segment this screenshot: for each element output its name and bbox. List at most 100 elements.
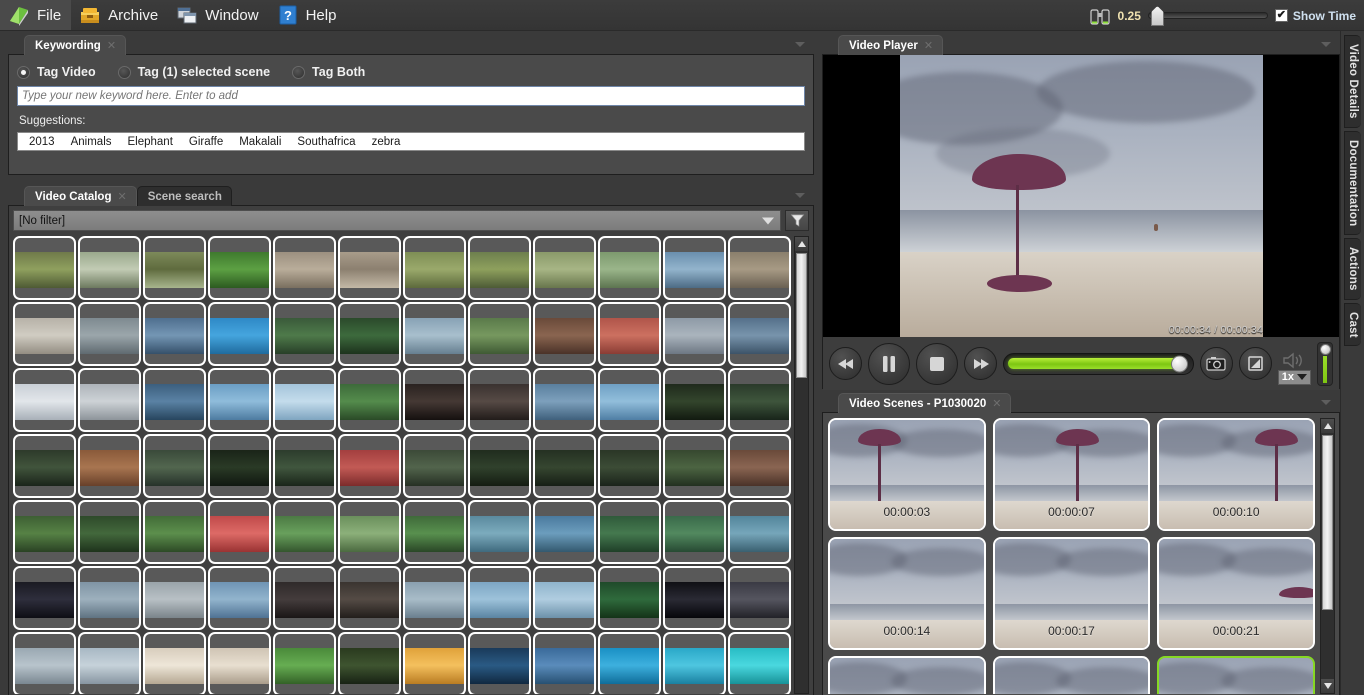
catalog-thumbnail[interactable] — [338, 302, 401, 366]
radio-tag-selected-scene-button[interactable] — [117, 65, 131, 79]
rail-tab-video-details[interactable]: Video Details — [1344, 35, 1361, 128]
catalog-thumbnail[interactable] — [403, 434, 466, 498]
scroll-up-button[interactable] — [795, 237, 808, 251]
catalog-thumbnail[interactable] — [468, 632, 531, 694]
catalog-thumbnail[interactable] — [13, 302, 76, 366]
catalog-thumbnail[interactable] — [403, 632, 466, 694]
catalog-thumbnail[interactable] — [728, 236, 791, 300]
catalog-thumbnail[interactable] — [468, 368, 531, 432]
catalog-thumbnail[interactable] — [78, 566, 141, 630]
volume-slider[interactable] — [1317, 341, 1333, 386]
rail-tab-actions[interactable]: Actions — [1344, 237, 1361, 300]
close-icon[interactable]: ✕ — [924, 39, 933, 52]
keyword-input[interactable] — [17, 86, 805, 106]
catalog-scrollbar[interactable] — [794, 236, 809, 694]
catalog-thumbnail[interactable] — [208, 368, 271, 432]
scene-thumbnail[interactable]: 00:00:10 — [1157, 418, 1315, 531]
playback-speed-dropdown[interactable]: 1x — [1277, 369, 1311, 385]
volume-handle[interactable] — [1319, 343, 1331, 355]
show-time-toggle[interactable]: ✔ Show Time — [1274, 9, 1356, 23]
radio-tag-both[interactable]: Tag Both — [292, 65, 365, 79]
catalog-thumbnail[interactable] — [13, 236, 76, 300]
video-screen[interactable]: 00:00:34 / 00:00:34 — [823, 55, 1339, 337]
rewind-button[interactable] — [829, 347, 862, 380]
catalog-thumbnail[interactable] — [663, 632, 726, 694]
catalog-thumbnail[interactable] — [13, 566, 76, 630]
catalog-thumbnail[interactable] — [273, 434, 336, 498]
rail-tab-documentation[interactable]: Documentation — [1344, 130, 1361, 235]
close-icon[interactable]: ✕ — [117, 190, 126, 203]
catalog-thumbnail[interactable] — [468, 236, 531, 300]
catalog-thumbnail[interactable] — [338, 368, 401, 432]
catalog-thumbnail[interactable] — [338, 236, 401, 300]
catalog-thumbnail[interactable] — [533, 368, 596, 432]
catalog-thumbnail[interactable] — [533, 566, 596, 630]
catalog-thumbnail[interactable] — [663, 434, 726, 498]
close-icon[interactable]: ✕ — [992, 397, 1001, 410]
catalog-thumbnail[interactable] — [273, 632, 336, 694]
catalog-thumbnail[interactable] — [728, 632, 791, 694]
catalog-thumbnail-grid[interactable] — [13, 236, 791, 694]
catalog-thumbnail[interactable] — [403, 500, 466, 564]
catalog-thumbnail[interactable] — [663, 302, 726, 366]
suggestion-chip[interactable]: 2013 — [21, 136, 63, 148]
catalog-thumbnail[interactable] — [598, 566, 661, 630]
chevron-down-icon[interactable] — [1297, 374, 1307, 380]
scenes-scrollbar[interactable] — [1320, 418, 1335, 694]
zoom-slider-knob[interactable] — [1150, 6, 1164, 26]
catalog-thumbnail[interactable] — [728, 566, 791, 630]
menu-window[interactable]: Window — [168, 0, 268, 30]
radio-tag-video[interactable]: Tag Video — [17, 65, 96, 79]
suggestion-chip[interactable]: Elephant — [120, 136, 181, 148]
catalog-thumbnail[interactable] — [468, 500, 531, 564]
seek-slider[interactable] — [1003, 352, 1194, 375]
scenes-scroll-down-button[interactable] — [1321, 679, 1334, 693]
catalog-thumbnail[interactable] — [78, 434, 141, 498]
scenes-collapse-button[interactable] — [1319, 396, 1332, 409]
catalog-thumbnail[interactable] — [78, 236, 141, 300]
fullscreen-button[interactable] — [1238, 347, 1272, 380]
catalog-thumbnail[interactable] — [403, 236, 466, 300]
catalog-thumbnail[interactable] — [533, 632, 596, 694]
catalog-thumbnail[interactable] — [338, 434, 401, 498]
stop-button[interactable] — [916, 342, 958, 385]
catalog-thumbnail[interactable] — [663, 236, 726, 300]
menu-help[interactable]: ? Help — [269, 0, 347, 30]
chevron-down-icon[interactable] — [762, 217, 774, 224]
catalog-thumbnail[interactable] — [273, 302, 336, 366]
catalog-thumbnail[interactable] — [208, 302, 271, 366]
catalog-thumbnail[interactable] — [338, 632, 401, 694]
catalog-scroll-thumb[interactable] — [796, 253, 807, 378]
player-collapse-button[interactable] — [1319, 38, 1332, 51]
scene-thumbnail[interactable] — [992, 656, 1151, 694]
tab-video-scenes[interactable]: Video Scenes - P1030020 ✕ — [838, 393, 1012, 413]
close-icon[interactable]: ✕ — [107, 39, 116, 52]
rail-tab-cast[interactable]: Cast — [1344, 302, 1361, 347]
menu-file[interactable]: File — [0, 0, 72, 30]
catalog-thumbnail[interactable] — [78, 302, 141, 366]
menu-archive[interactable]: Archive — [71, 0, 168, 30]
suggestion-chip[interactable]: zebra — [364, 136, 409, 148]
catalog-thumbnail[interactable] — [468, 302, 531, 366]
catalog-thumbnail[interactable] — [13, 368, 76, 432]
catalog-collapse-button[interactable] — [793, 189, 806, 202]
catalog-thumbnail[interactable] — [78, 632, 141, 694]
catalog-thumbnail[interactable] — [403, 368, 466, 432]
filter-settings-button[interactable] — [785, 210, 809, 231]
catalog-thumbnail[interactable] — [273, 500, 336, 564]
scene-thumbnail[interactable]: 00:00:17 — [992, 537, 1151, 650]
radio-tag-both-button[interactable] — [292, 65, 306, 79]
catalog-thumbnail[interactable] — [208, 236, 271, 300]
catalog-thumbnail[interactable] — [468, 566, 531, 630]
pause-button[interactable] — [868, 342, 910, 385]
catalog-thumbnail[interactable] — [273, 566, 336, 630]
keywording-collapse-button[interactable] — [793, 38, 806, 51]
suggestion-chip[interactable]: Makalali — [231, 136, 289, 148]
catalog-thumbnail[interactable] — [338, 500, 401, 564]
tab-scene-search[interactable]: Scene search — [136, 186, 232, 206]
tab-video-player[interactable]: Video Player ✕ — [838, 35, 944, 55]
catalog-thumbnail[interactable] — [78, 368, 141, 432]
tab-keywording[interactable]: Keywording ✕ — [24, 35, 127, 55]
snapshot-button[interactable] — [1199, 347, 1233, 380]
catalog-thumbnail[interactable] — [273, 236, 336, 300]
